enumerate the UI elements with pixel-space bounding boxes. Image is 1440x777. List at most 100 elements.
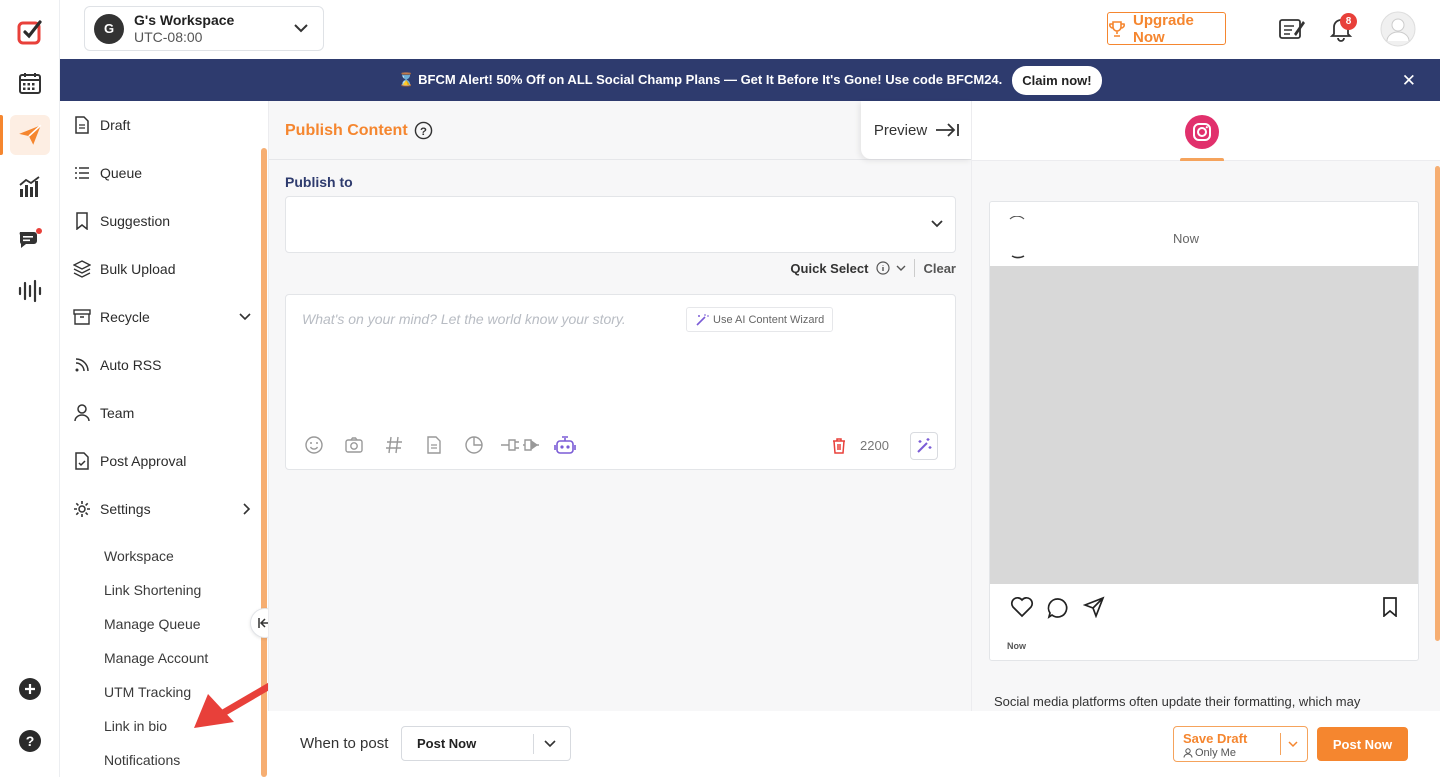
comment-icon[interactable] xyxy=(1047,597,1069,619)
publish-icon[interactable] xyxy=(0,115,50,155)
user-icon xyxy=(72,404,92,422)
sidebar-item-label: Team xyxy=(100,405,135,421)
publish-content-title: Publish Content ? xyxy=(285,121,433,140)
inbox-icon[interactable] xyxy=(10,219,50,259)
trash-icon[interactable] xyxy=(831,437,847,455)
settings-sub-notifications[interactable]: Notifications xyxy=(104,752,180,768)
emoji-icon[interactable] xyxy=(304,435,324,455)
pie-chart-icon[interactable] xyxy=(464,435,484,455)
user-avatar[interactable] xyxy=(1380,11,1416,47)
save-draft-label: Save Draft xyxy=(1183,731,1248,746)
archive-icon xyxy=(72,309,92,325)
document-icon[interactable] xyxy=(424,435,444,455)
list-icon xyxy=(72,166,92,180)
chevron-down-icon xyxy=(293,22,309,34)
magic-wand-button[interactable] xyxy=(910,432,938,460)
instagram-icon[interactable] xyxy=(1185,115,1219,149)
sidebar-item-team[interactable]: Team xyxy=(72,401,134,425)
preview-body: Now Now Social media platforms often upd… xyxy=(972,161,1440,711)
compose-notes-icon[interactable] xyxy=(1278,16,1306,42)
quick-select-button[interactable]: Quick Select xyxy=(790,261,868,276)
post-now-button[interactable]: Post Now xyxy=(1317,727,1408,761)
sidebar-item-recycle[interactable]: Recycle xyxy=(72,305,252,329)
settings-sub-utm-tracking[interactable]: UTM Tracking xyxy=(104,684,191,700)
close-icon[interactable]: ✕ xyxy=(1402,71,1416,91)
add-circle-icon[interactable] xyxy=(10,669,50,709)
logo-icon[interactable] xyxy=(10,12,50,52)
workspace-avatar: G xyxy=(94,13,124,44)
preview-tabs xyxy=(972,101,1440,162)
settings-sub-link-shortening[interactable]: Link Shortening xyxy=(104,582,201,598)
settings-sub-link-in-bio[interactable]: Link in bio xyxy=(104,718,167,734)
clear-button[interactable]: Clear xyxy=(923,261,956,276)
magic-wand-icon xyxy=(695,313,709,327)
listening-icon[interactable] xyxy=(10,271,50,311)
composer-panel: Publish Content ? Preview Publish to Qui… xyxy=(268,101,972,777)
preview-toggle-button[interactable]: Preview xyxy=(861,101,972,159)
draft-icon xyxy=(72,116,92,134)
promo-text: ⌛ BFCM Alert! 50% Off on ALL Social Cham… xyxy=(398,72,1003,87)
help-circle-icon[interactable]: ? xyxy=(414,121,433,140)
sidebar-item-auto-rss[interactable]: Auto RSS xyxy=(72,353,161,377)
settings-sub-workspace[interactable]: Workspace xyxy=(104,548,174,564)
sidebar-item-suggestion[interactable]: Suggestion xyxy=(72,209,170,233)
app-rail: ? xyxy=(0,0,60,777)
save-draft-button[interactable]: Save Draft Only Me xyxy=(1173,726,1308,762)
chevron-down-icon xyxy=(543,739,557,749)
chevron-down-icon[interactable] xyxy=(896,264,906,272)
sidebar-item-post-approval[interactable]: Post Approval xyxy=(72,449,186,473)
publish-sidebar: Draft Queue Suggestion Bulk Upload Recyc… xyxy=(60,101,318,777)
post-editor[interactable]: What's on your mind? Let the world know … xyxy=(285,294,956,470)
when-to-post-select[interactable]: Post Now xyxy=(401,726,571,761)
plug-icon[interactable] xyxy=(500,435,542,455)
settings-sub-manage-queue[interactable]: Manage Queue xyxy=(104,616,201,632)
svg-text:?: ? xyxy=(26,733,35,749)
preview-scrollbar[interactable] xyxy=(1435,166,1440,641)
ai-wizard-label: Use AI Content Wizard xyxy=(713,313,825,326)
post-avatar xyxy=(1000,216,1036,260)
sidebar-item-label: Post Approval xyxy=(100,453,187,469)
ai-content-wizard-button[interactable]: Use AI Content Wizard xyxy=(686,307,834,332)
hashtag-icon[interactable] xyxy=(384,435,404,455)
top-bar: G G's Workspace UTC-08:00 Upgrade Now 8 xyxy=(60,0,1440,59)
rss-icon xyxy=(72,357,92,373)
workspace-name: G's Workspace xyxy=(134,11,235,28)
post-timestamp: Now xyxy=(1173,231,1200,246)
save-draft-visibility-label: Only Me xyxy=(1195,747,1236,759)
analytics-icon[interactable] xyxy=(10,167,50,207)
svg-text:?: ? xyxy=(420,126,427,138)
preview-label: Preview xyxy=(873,121,928,139)
trophy-icon xyxy=(1108,20,1126,38)
post-image-placeholder xyxy=(990,266,1418,584)
layers-icon xyxy=(72,260,92,278)
camera-icon[interactable] xyxy=(344,435,364,455)
gear-icon xyxy=(72,500,92,518)
preview-panel: Now Now Social media platforms often upd… xyxy=(971,101,1440,711)
sidebar-item-settings[interactable]: Settings xyxy=(72,497,252,521)
heart-icon[interactable] xyxy=(1010,596,1034,618)
claim-now-button[interactable]: Claim now! xyxy=(1012,65,1102,95)
robot-icon[interactable] xyxy=(554,435,576,455)
sidebar-item-label: Draft xyxy=(100,117,131,133)
calendar-icon[interactable] xyxy=(10,63,50,103)
sidebar-item-draft[interactable]: Draft xyxy=(72,113,130,137)
sidebar-item-label: Settings xyxy=(100,501,151,517)
sidebar-item-bulk-upload[interactable]: Bulk Upload xyxy=(72,257,176,281)
sidebar-item-label: Bulk Upload xyxy=(100,261,176,277)
page-title: Publish Content xyxy=(285,121,408,139)
bookmark-icon xyxy=(72,212,92,230)
sidebar-item-queue[interactable]: Queue xyxy=(72,161,142,185)
share-icon[interactable] xyxy=(1083,596,1105,618)
chevron-down-icon[interactable] xyxy=(1287,740,1299,749)
user-icon xyxy=(1183,748,1193,758)
arrow-to-right-icon xyxy=(935,123,960,137)
chevron-down-icon xyxy=(930,219,944,229)
account-selector[interactable] xyxy=(285,196,956,253)
promo-banner: ⌛ BFCM Alert! 50% Off on ALL Social Cham… xyxy=(60,59,1440,101)
upgrade-button[interactable]: Upgrade Now xyxy=(1107,12,1226,46)
quick-select-row: Quick Select Clear xyxy=(269,259,956,277)
info-icon[interactable] xyxy=(876,261,891,275)
help-icon[interactable]: ? xyxy=(10,721,50,761)
workspace-switcher[interactable]: G G's Workspace UTC-08:00 xyxy=(84,6,324,51)
save-bookmark-icon[interactable] xyxy=(1382,597,1398,617)
